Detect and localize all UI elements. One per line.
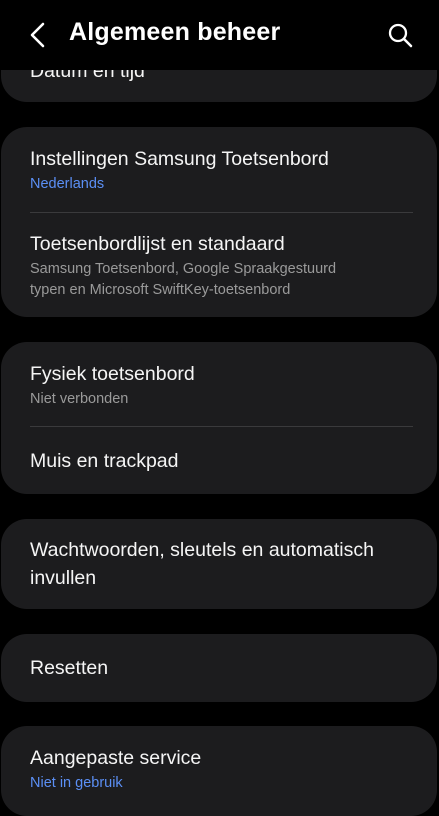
search-icon xyxy=(383,18,417,52)
custom-service-item[interactable]: Aangepaste service Niet in gebruik xyxy=(30,745,413,794)
physical-keyboard-title: Fysiek toetsenbord xyxy=(30,363,195,385)
keyboard-card: Instellingen Samsung Toetsenbord Nederla… xyxy=(1,127,437,317)
reset-title: Resetten xyxy=(30,657,109,679)
physical-keyboard-subtitle: Niet verbonden xyxy=(30,391,129,407)
keyboard-list-item[interactable]: Toetsenbordlijst en standaard Samsung To… xyxy=(30,231,413,301)
custom-service-title: Aangepaste service xyxy=(30,747,202,769)
search-button[interactable] xyxy=(383,18,417,52)
chevron-left-icon xyxy=(22,18,56,52)
keyboard-list-subtitle-line1: Samsung Toetsenbord, Google Spraakgestuu… xyxy=(30,261,337,277)
reset-item[interactable]: Resetten xyxy=(30,655,413,681)
divider xyxy=(30,426,413,427)
keyboard-list-subtitle-line2: typen en Microsoft SwiftKey-toetsenbord xyxy=(30,282,291,298)
samsung-keyboard-title: Instellingen Samsung Toetsenbord xyxy=(30,148,329,170)
divider xyxy=(30,212,413,213)
keyboard-list-title: Toetsenbordlijst en standaard xyxy=(30,233,285,255)
passwords-autofill-item[interactable]: Wachtwoorden, sleutels en automatisch in… xyxy=(30,537,413,591)
passwords-title-line2: invullen xyxy=(30,567,97,589)
samsung-keyboard-subtitle: Nederlands xyxy=(30,176,105,192)
mouse-trackpad-item[interactable]: Muis en trackpad xyxy=(30,448,413,474)
physical-keyboard-item[interactable]: Fysiek toetsenbord Niet verbonden xyxy=(30,361,413,410)
custom-service-subtitle: Niet in gebruik xyxy=(30,775,123,791)
input-devices-card: Fysiek toetsenbord Niet verbonden Muis e… xyxy=(1,342,437,494)
top-app-bar: Algemeen beheer xyxy=(0,0,439,70)
custom-service-card: Aangepaste service Niet in gebruik xyxy=(1,726,437,816)
passwords-card: Wachtwoorden, sleutels en automatisch in… xyxy=(1,519,437,609)
back-button[interactable] xyxy=(22,18,56,52)
samsung-keyboard-settings-item[interactable]: Instellingen Samsung Toetsenbord Nederla… xyxy=(30,146,413,195)
reset-card: Resetten xyxy=(1,634,437,702)
mouse-trackpad-title: Muis en trackpad xyxy=(30,450,179,472)
passwords-title-line1: Wachtwoorden, sleutels en automatisch xyxy=(30,539,374,561)
page-title: Algemeen beheer xyxy=(69,18,281,46)
